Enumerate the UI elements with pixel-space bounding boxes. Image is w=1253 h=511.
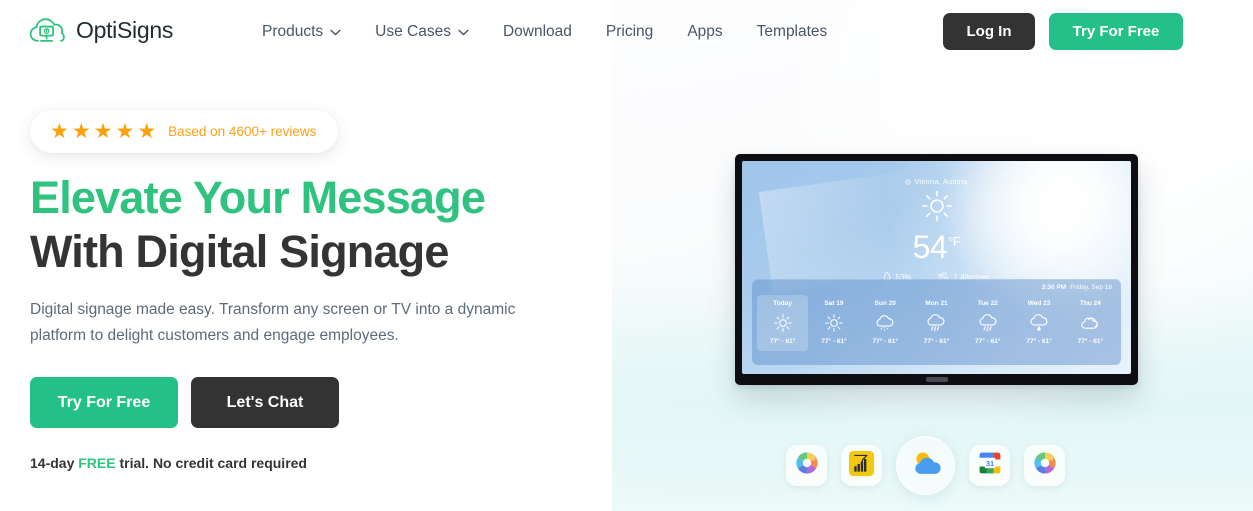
nav-item-products[interactable]: Products <box>245 0 358 63</box>
cloud-rain-icon <box>911 312 962 334</box>
nav-label: Use Cases <box>375 23 451 40</box>
forecast-day-list: Today 77° - 61° Sat 19 77° - 61° Sun 20 … <box>757 295 1116 351</box>
hero-content: ★ ★ ★ ★ ★ Based on 4600+ reviews Elevate You… <box>30 110 610 471</box>
trial-free-word: FREE <box>78 455 116 471</box>
forecast-day-today[interactable]: Today 77° - 61° <box>757 295 809 351</box>
sun-icon <box>757 312 808 334</box>
brand-logo[interactable]: OptiSigns <box>28 14 173 46</box>
rating-badge: ★ ★ ★ ★ ★ Based on 4600+ reviews <box>30 110 339 153</box>
cloud-screen-power-icon <box>28 14 66 46</box>
brand-name: OptiSigns <box>76 16 174 43</box>
forecast-day-thu-24[interactable]: Thu 24 77° - 61° <box>1065 295 1116 351</box>
location-pin-icon <box>905 178 911 187</box>
hero-subheading: Digital signage made easy. Transform any… <box>30 301 516 344</box>
forecast-day-sat-19[interactable]: Sat 19 77° - 61° <box>808 295 859 351</box>
nav-item-download[interactable]: Download <box>486 0 589 63</box>
forecast-day-mon-21[interactable]: Mon 21 77° - 61° <box>911 295 962 351</box>
forecast-day-label: Tue 22 <box>977 300 998 307</box>
headline-line-1: Elevate Your Message <box>30 172 486 223</box>
forecast-date: Friday, Sep 18 <box>1070 284 1112 291</box>
nav-label: Apps <box>687 23 723 40</box>
nav-label: Download <box>502 23 572 40</box>
weather-location: Vienna, Austria <box>742 177 1131 186</box>
headline-line-2: With Digital Signage <box>30 226 449 277</box>
forecast-day-label: Wed 23 <box>1027 300 1051 307</box>
nav-item-apps[interactable]: Apps <box>670 0 739 63</box>
landing-page: OptiSigns Products Use Cases Download Pr… <box>0 0 1253 511</box>
page-title: Elevate Your Message With Digital Signag… <box>30 171 610 279</box>
temperature-unit: °F <box>948 234 961 250</box>
forecast-day-range: 77° - 61° <box>975 338 1001 345</box>
google-calendar-icon: 31 <box>977 450 1003 481</box>
weather-forecast-panel: 3:30 PM Friday, Sep 18 Today 77° - 61° Sa… <box>752 279 1121 365</box>
forecast-day-wed-23[interactable]: Wed 23 77° - 61° <box>1013 295 1064 351</box>
cloudy-icon <box>1065 312 1116 334</box>
forecast-day-tue-22[interactable]: Tue 22 77° - 61° <box>962 295 1013 351</box>
cta-button-row: Try For Free Let's Chat <box>30 377 610 428</box>
trial-prefix: 14-day <box>30 455 79 471</box>
forecast-time: 3:30 PM <box>1041 284 1067 291</box>
app-icon-google-calendar[interactable]: 31 <box>969 445 1010 486</box>
rating-text: Based on 4600+ reviews <box>168 124 317 139</box>
site-header: OptiSigns Products Use Cases Download Pr… <box>0 0 1253 63</box>
header-actions: Log In Try For Free <box>943 13 1183 50</box>
svg-text:31: 31 <box>985 459 993 468</box>
login-button[interactable]: Log In <box>943 13 1035 50</box>
try-for-free-button-hero[interactable]: Try For Free <box>30 377 178 428</box>
app-icon-weather[interactable] <box>896 436 955 495</box>
forecast-day-label: Sat 19 <box>824 300 844 307</box>
forecast-day-range: 77° - 61° <box>1077 338 1104 345</box>
chevron-down-icon <box>458 29 469 36</box>
tv-mockup: Vienna, Austria 54°F 53% 1.48m/sec 3:30 … <box>701 134 1171 424</box>
app-icon-color-wheel[interactable] <box>786 445 827 486</box>
color-wheel-icon <box>794 450 820 481</box>
weather-location-label: Vienna, Austria <box>914 177 968 186</box>
temperature-value: 54 <box>912 229 948 265</box>
app-integrations-row: 31 <box>786 436 1065 495</box>
forecast-day-range: 77° - 61° <box>821 338 847 345</box>
nav-item-pricing[interactable]: Pricing <box>589 0 670 63</box>
forecast-day-label: Thu 24 <box>1079 300 1101 307</box>
forecast-day-label: Today <box>773 300 792 307</box>
sun-icon <box>742 189 1131 223</box>
weather-temperature: 54°F <box>742 231 1131 263</box>
trial-suffix: trial. No credit card required <box>115 455 307 471</box>
tv-screen-weather-app: Vienna, Austria 54°F 53% 1.48m/sec 3:30 … <box>742 161 1131 374</box>
forecast-day-label: Sun 20 <box>874 300 896 307</box>
trial-note: 14-day FREE trial. No credit card requir… <box>30 455 610 471</box>
power-bi-icon <box>848 450 875 482</box>
lets-chat-button[interactable]: Let's Chat <box>191 377 339 428</box>
nav-label: Templates <box>756 23 828 40</box>
color-wheel-icon-2 <box>1032 450 1058 481</box>
cloud-rain-icon <box>962 312 1013 334</box>
tv-frame: Vienna, Austria 54°F 53% 1.48m/sec 3:30 … <box>735 154 1138 385</box>
weather-sun-cloud-icon <box>908 448 944 484</box>
tv-brand-bar <box>925 377 948 382</box>
nav-item-templates[interactable]: Templates <box>740 0 845 63</box>
forecast-day-range: 77° - 61° <box>769 338 796 345</box>
forecast-timestamp: 3:30 PM Friday, Sep 18 <box>1042 284 1112 291</box>
cloud-snow-icon <box>860 312 911 334</box>
forecast-day-sun-20[interactable]: Sun 20 77° - 61° <box>860 295 911 351</box>
try-for-free-button-header[interactable]: Try For Free <box>1049 13 1183 50</box>
nav-item-use-cases[interactable]: Use Cases <box>358 0 486 63</box>
nav-label: Pricing <box>605 23 654 40</box>
cloud-drop-icon <box>1013 312 1064 334</box>
app-icon-color-wheel-2[interactable] <box>1024 445 1065 486</box>
sun-icon <box>808 312 859 334</box>
star-rating-icon: ★ ★ ★ ★ ★ <box>50 120 157 143</box>
main-navigation: Products Use Cases Download Pricing Apps <box>245 0 844 63</box>
forecast-day-range: 77° - 61° <box>923 338 950 345</box>
forecast-day-range: 77° - 61° <box>1026 338 1052 345</box>
nav-label: Products <box>262 23 324 40</box>
forecast-day-range: 77° - 61° <box>872 338 898 345</box>
chevron-down-icon <box>330 29 341 36</box>
forecast-day-label: Mon 21 <box>925 300 948 307</box>
app-icon-power-bi[interactable] <box>841 445 882 486</box>
